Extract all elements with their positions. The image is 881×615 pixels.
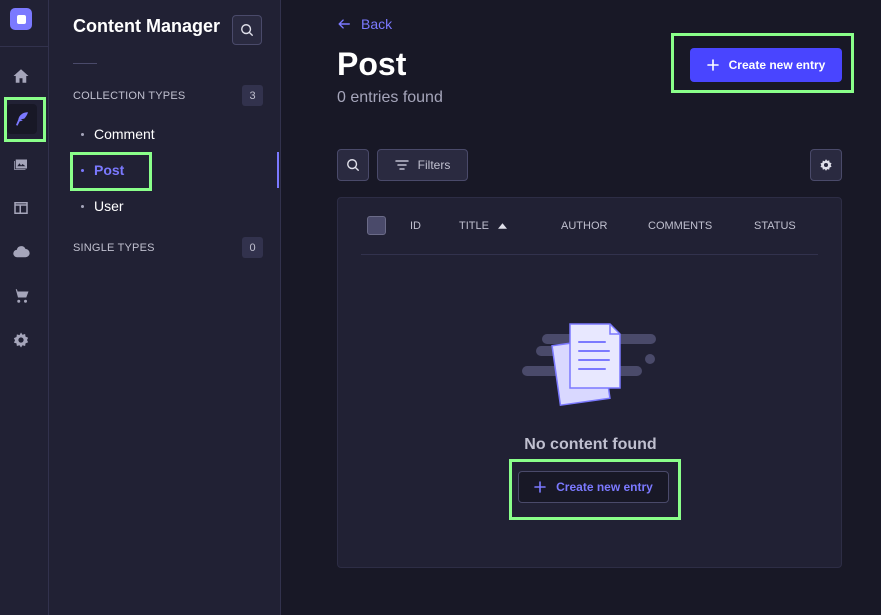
column-label: COMMENTS <box>648 220 713 232</box>
active-item-indicator <box>277 152 279 188</box>
media-library-icon[interactable] <box>8 151 34 177</box>
column-header-comments[interactable]: COMMENTS <box>648 220 712 232</box>
search-button[interactable] <box>337 149 369 181</box>
entries-count: 0 entries found <box>337 89 443 106</box>
column-label: STATUS <box>754 220 796 232</box>
bullet <box>81 204 84 208</box>
filters-button[interactable]: Filters <box>377 149 468 181</box>
back-label: Back <box>361 16 393 32</box>
cart-icon[interactable] <box>8 283 34 309</box>
content-manager-subnav: Content Manager COLLECTION TYPES 3 Comme… <box>49 0 281 615</box>
sidebar-item-user[interactable]: User <box>73 195 213 217</box>
gear-icon[interactable] <box>8 327 34 353</box>
plus-icon <box>706 59 719 71</box>
create-new-entry-label: Create new entry <box>556 480 653 494</box>
main-nav-rail <box>0 0 49 615</box>
strapi-logo[interactable] <box>10 8 32 30</box>
gear-icon <box>820 159 832 171</box>
sidebar-item-comment[interactable]: Comment <box>73 123 213 145</box>
select-all-checkbox[interactable] <box>367 216 386 235</box>
create-new-entry-button[interactable]: Create new entry <box>690 48 842 82</box>
logo-mark <box>16 14 26 24</box>
table-header-divider <box>361 254 818 255</box>
table-header: ID TITLE AUTHOR COMMENTS STATUS <box>338 198 841 254</box>
back-link[interactable]: Back <box>337 16 392 32</box>
collection-types-heading: COLLECTION TYPES <box>73 90 186 102</box>
sidebar-item-label: User <box>94 198 124 214</box>
column-header-title[interactable]: TITLE <box>459 220 507 232</box>
column-label: ID <box>410 220 421 232</box>
table-settings-button[interactable] <box>810 149 842 181</box>
single-types-heading: SINGLE TYPES <box>73 242 155 254</box>
subnav-divider <box>73 63 97 64</box>
filters-label: Filters <box>417 158 451 172</box>
column-label: TITLE <box>459 220 489 232</box>
column-label: AUTHOR <box>561 220 608 232</box>
arrow-left-icon <box>338 19 350 29</box>
single-types-count: 0 <box>242 237 263 258</box>
page-title: Post <box>337 46 407 82</box>
create-new-entry-empty-button[interactable]: Create new entry <box>518 471 669 503</box>
cloud-icon[interactable] <box>8 239 34 265</box>
search-icon <box>241 24 253 36</box>
home-icon[interactable] <box>8 63 34 89</box>
bullet <box>81 168 84 172</box>
plus-icon <box>534 481 546 493</box>
filter-icon <box>394 160 409 170</box>
column-header-status[interactable]: STATUS <box>754 220 796 232</box>
entries-table: ID TITLE AUTHOR COMMENTS STATUS No conte… <box>337 197 842 568</box>
layout-icon[interactable] <box>8 195 34 221</box>
empty-documents-illustration <box>522 323 656 407</box>
sidebar-item-label: Post <box>94 162 125 178</box>
rail-divider <box>0 46 48 47</box>
sort-ascending-icon <box>497 223 507 229</box>
subnav-search-button[interactable] <box>232 15 262 45</box>
sidebar-item-label: Comment <box>94 126 155 142</box>
search-icon <box>347 159 359 171</box>
subnav-title: Content Manager <box>73 16 221 36</box>
column-header-author[interactable]: AUTHOR <box>561 220 607 232</box>
empty-state-message: No content found <box>524 436 657 453</box>
feather-icon[interactable] <box>7 104 37 134</box>
collection-types-count: 3 <box>242 85 263 106</box>
sidebar-item-post[interactable]: Post <box>73 159 213 181</box>
bullet <box>81 132 84 136</box>
column-header-id[interactable]: ID <box>410 220 421 232</box>
create-new-entry-label: Create new entry <box>728 58 826 72</box>
